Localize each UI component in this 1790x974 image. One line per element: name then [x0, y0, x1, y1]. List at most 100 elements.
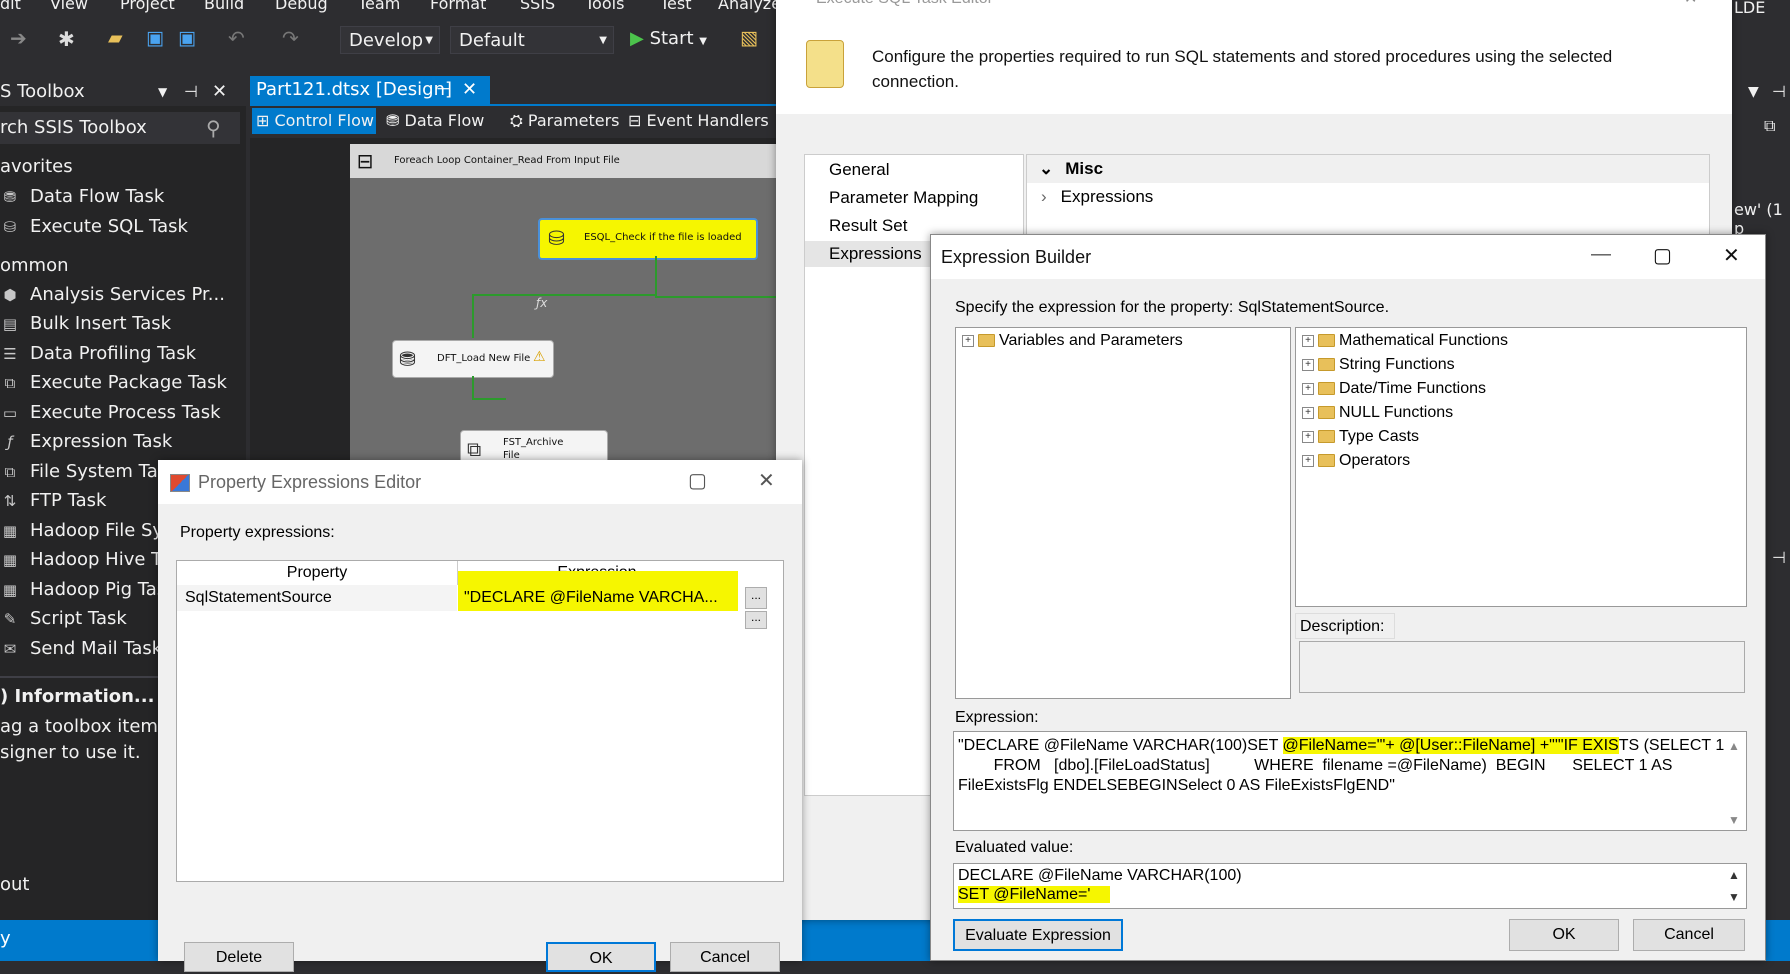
solution-config-dropdown[interactable]: Develop ▼ [340, 26, 440, 54]
toolbox-item-data-flow-task[interactable]: ⛃ Data Flow Task [0, 186, 165, 207]
tab-event-handlers[interactable]: ⊟ Event Handlers [628, 108, 769, 134]
undo-icon[interactable]: ↶ [228, 26, 245, 50]
precedence-constraint[interactable] [472, 398, 506, 400]
close-icon[interactable]: ✕ [1723, 243, 1740, 268]
platform-dropdown[interactable]: Default ▼ [450, 26, 614, 54]
pin-icon[interactable]: ⊣ [1772, 82, 1786, 101]
expression-ellipsis-button[interactable]: ... [745, 611, 767, 629]
toolbox-item[interactable]: ⧉ Execute Package Task [0, 372, 227, 393]
tab-control-flow[interactable]: ⊞ Control Flow [252, 108, 376, 134]
open-folder-icon[interactable]: ▰ [108, 27, 123, 49]
column-header-property[interactable]: Property [177, 561, 458, 585]
tab-data-flow[interactable]: ⛃ Data Flow [386, 108, 484, 134]
grid-row-expressions[interactable]: › Expressions [1027, 183, 1357, 211]
ssis-variables-icon[interactable]: ▧ [740, 27, 758, 49]
toolbox-item[interactable]: ▦ Hadoop Pig Tasl [0, 579, 171, 600]
toolbox-item[interactable]: ƒ Expression Task [0, 431, 172, 452]
menu-tools[interactable]: Tools [585, 0, 624, 13]
chevron-down-icon[interactable]: ▼ [1748, 84, 1759, 100]
window-icon[interactable]: ⧉ [1764, 116, 1775, 136]
tree-item-function[interactable]: + Type Casts [1302, 428, 1419, 446]
nav-parameter-mapping[interactable]: Parameter Mapping [805, 185, 1023, 211]
precedence-constraint[interactable] [472, 294, 657, 296]
toolbox-item[interactable]: ☰ Data Profiling Task [0, 343, 196, 364]
menu-project[interactable]: Project [120, 0, 175, 13]
menu-ssis[interactable]: SSIS [520, 0, 555, 13]
precedence-constraint[interactable] [472, 376, 474, 400]
save-all-icon[interactable]: ▣ [178, 27, 196, 49]
menu-debug[interactable]: Debug [275, 0, 328, 13]
expand-icon[interactable]: + [1302, 406, 1314, 419]
precedence-constraint[interactable] [472, 294, 474, 338]
chevron-down-icon[interactable]: ▼ [158, 78, 167, 106]
menu-build[interactable]: Build [204, 0, 244, 13]
expand-icon[interactable]: + [1302, 382, 1314, 395]
expand-icon[interactable]: + [1302, 430, 1314, 443]
menu-analyze[interactable]: Analyze [718, 0, 781, 13]
delete-button[interactable]: Delete [184, 942, 294, 972]
scroll-up-icon[interactable]: ▲ [1728, 866, 1740, 885]
document-tab[interactable]: Part121.dtsx [Design] ⊣ ✕ [250, 76, 490, 104]
menu-format[interactable]: Format [430, 0, 486, 13]
pin-icon[interactable]: ⊣ [184, 78, 198, 106]
container-header[interactable]: ⊟ Foreach Loop Container_Read From Input … [350, 144, 790, 178]
tree-item-function[interactable]: + Mathematical Functions [1302, 332, 1508, 350]
task-esql-check-file[interactable]: ⛁ ESQL_Check if the file is loaded [538, 218, 758, 260]
toolbox-item[interactable]: ✉ Send Mail Task [0, 638, 162, 659]
scroll-down-icon[interactable]: ▼ [1728, 810, 1740, 830]
pin-icon[interactable]: ⊣ [436, 76, 452, 104]
toolbox-item[interactable]: ▦ Hadoop Hive Ta [0, 549, 170, 570]
menu-view[interactable]: View [50, 0, 88, 13]
toolbox-section-common[interactable]: ommon [0, 255, 69, 276]
close-icon[interactable]: ✕ [462, 76, 477, 104]
functions-tree[interactable]: + Mathematical Functions + String Function… [1295, 327, 1747, 607]
toolbox-item[interactable]: ▦ Hadoop File Sys [0, 520, 173, 541]
toolbox-item[interactable]: ⬢ Analysis Services Pr... [0, 284, 225, 305]
precedence-constraint[interactable] [655, 256, 657, 296]
toolbox-item[interactable]: ⇅ FTP Task [0, 490, 107, 511]
toolbox-section-favorites[interactable]: avorites [0, 156, 73, 177]
forward-icon[interactable]: ➔ [10, 26, 27, 50]
toolbox-item[interactable]: ▭ Execute Process Task [0, 402, 221, 423]
cancel-button[interactable]: Cancel [670, 942, 780, 972]
redo-icon[interactable]: ↷ [282, 26, 299, 50]
tree-item-variables[interactable]: + Variables and Parameters [962, 332, 1183, 350]
search-icon[interactable]: ⚲ [206, 112, 221, 144]
scroll-up-icon[interactable]: ▲ [1728, 736, 1740, 756]
close-icon[interactable]: ✕ [1684, 0, 1697, 8]
grid-category-misc[interactable]: ⌄ Misc [1027, 155, 1709, 183]
close-icon[interactable]: ✕ [758, 468, 775, 493]
maximize-icon[interactable]: ▢ [688, 468, 707, 493]
toolbox-search-input[interactable]: rch SSIS Toolbox [0, 117, 147, 138]
expand-icon[interactable]: + [1302, 334, 1314, 347]
tree-item-function[interactable]: + Date/Time Functions [1302, 380, 1486, 398]
row-expression-cell[interactable]: "DECLARE @FileName VARCHA... [458, 571, 738, 611]
cancel-button[interactable]: Cancel [1633, 919, 1745, 951]
menu-test[interactable]: Test [660, 0, 692, 13]
close-icon[interactable]: ✕ [212, 78, 227, 106]
toolbox-search[interactable]: rch SSIS Toolbox ⚲ [0, 112, 240, 144]
output-tab[interactable]: out [0, 874, 29, 895]
menu-edit[interactable]: dit [0, 0, 21, 13]
tree-item-function[interactable]: + String Functions [1302, 356, 1455, 374]
ok-button[interactable]: OK [546, 942, 656, 972]
task-dft-load-new-file[interactable]: ⛃ DFT_Load New File ⚠ [392, 340, 554, 378]
evaluate-expression-button[interactable]: Evaluate Expression [953, 919, 1123, 951]
minimize-icon[interactable]: — [1591, 243, 1611, 266]
variables-tree[interactable]: + Variables and Parameters [955, 327, 1291, 699]
evaluated-value-box[interactable]: DECLARE @FileName VARCHAR(100) SET @File… [953, 863, 1747, 909]
tree-item-function[interactable]: + Operators [1302, 452, 1410, 470]
maximize-icon[interactable]: ▭ [1618, 0, 1633, 6]
start-button[interactable]: ▶ Start ▼ [630, 28, 707, 49]
ok-button[interactable]: OK [1509, 919, 1619, 951]
expand-icon[interactable]: + [1302, 358, 1314, 371]
expand-icon[interactable]: + [962, 334, 974, 347]
pin-icon[interactable]: ⊣ [1772, 548, 1786, 567]
expression-ellipsis-button[interactable]: ... [745, 587, 767, 609]
expression-textbox[interactable]: "DECLARE @FileName VARCHAR(100)SET @File… [953, 731, 1747, 831]
save-icon[interactable]: ▣ [146, 27, 164, 49]
tab-parameters[interactable]: ⛭ Parameters [510, 108, 619, 134]
toolbox-item[interactable]: ✎ Script Task [0, 608, 127, 629]
precedence-constraint[interactable] [655, 296, 790, 298]
row-property-cell[interactable]: SqlStatementSource [177, 585, 457, 611]
